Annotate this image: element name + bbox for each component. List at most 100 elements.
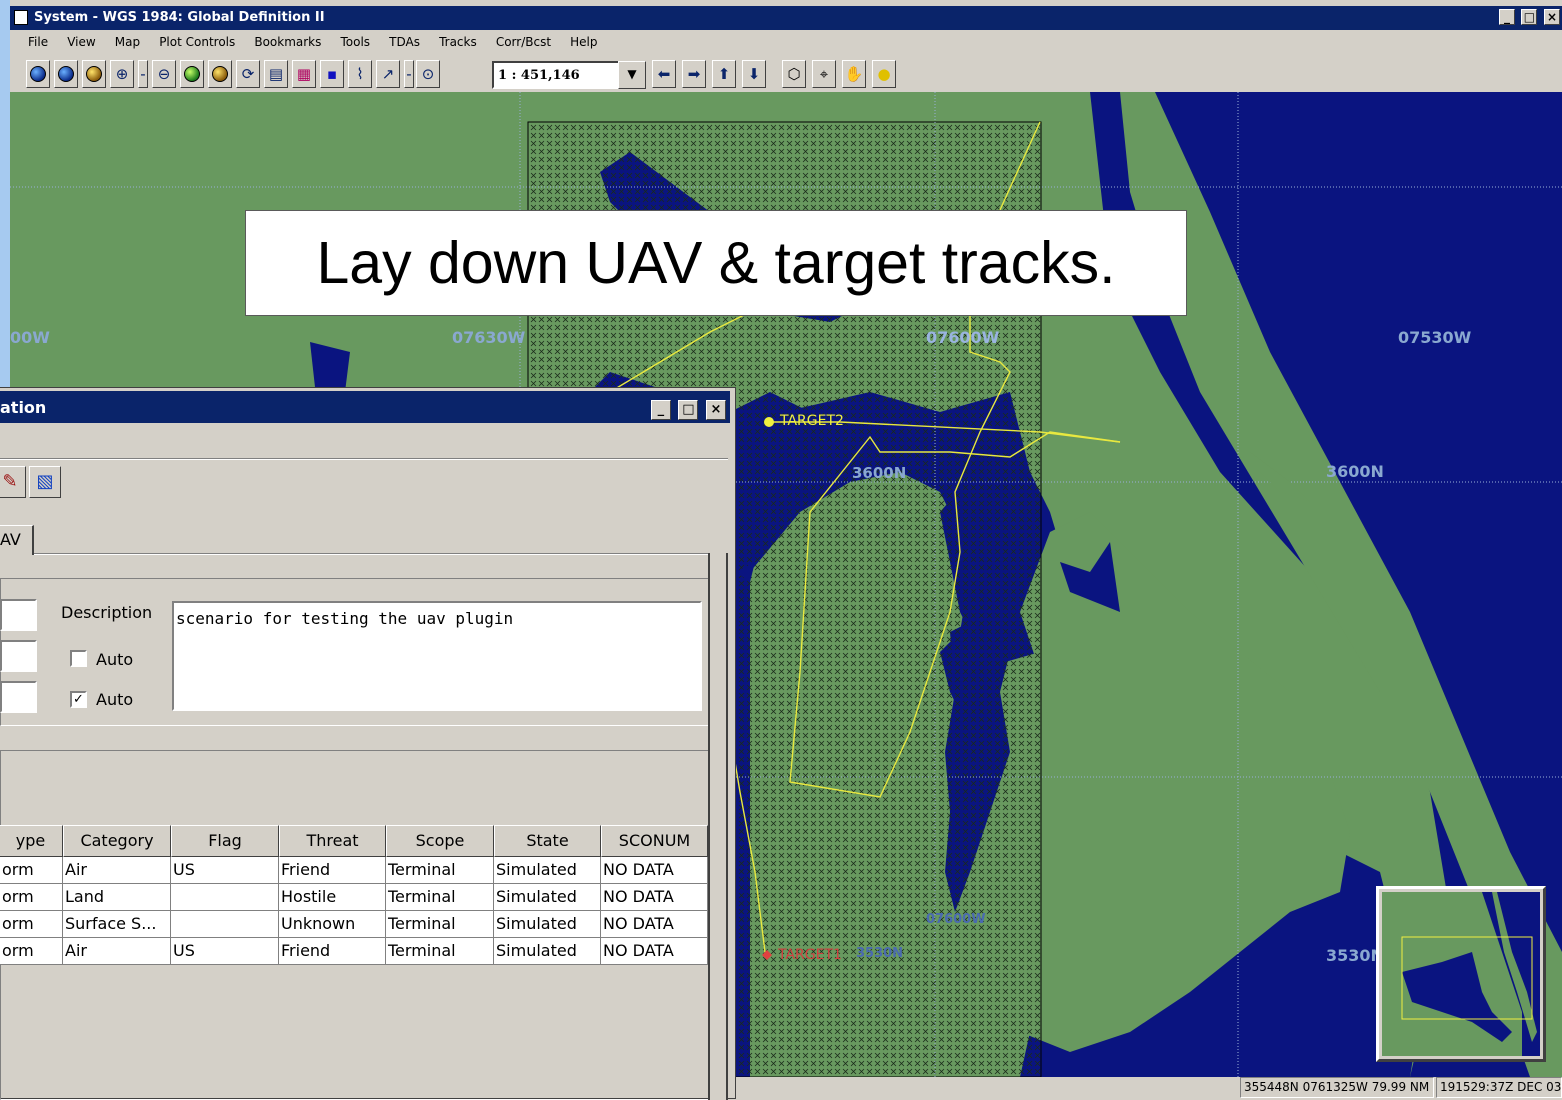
menu-map[interactable]: Map [115, 35, 140, 49]
table-cell[interactable]: Land [63, 884, 171, 911]
table-cell[interactable] [171, 911, 279, 938]
table-cell[interactable]: Terminal [386, 911, 494, 938]
minimize-button[interactable]: _ [1498, 9, 1515, 25]
table-cell[interactable]: orm [0, 938, 63, 965]
auto-checkbox-1[interactable] [70, 650, 87, 667]
target1-label[interactable]: TARGET1 [778, 947, 842, 963]
column-header-type[interactable]: ype [0, 825, 63, 857]
chevron-down-icon[interactable]: ▼ [618, 61, 646, 89]
overview-map[interactable] [1376, 886, 1546, 1062]
start-time-field[interactable] [0, 640, 37, 672]
table-cell[interactable]: Air [63, 938, 171, 965]
target2-label[interactable]: TARGET2 [780, 413, 844, 429]
print-icon[interactable]: ▤ [264, 60, 288, 88]
book-icon[interactable]: ▧ [29, 466, 61, 498]
maximize-button[interactable]: □ [1521, 9, 1538, 25]
lon-label-faint: 07600W [926, 912, 986, 927]
name-field[interactable] [0, 599, 37, 631]
separator-icon: - [138, 60, 148, 88]
close-button[interactable]: × [1544, 9, 1560, 25]
menu-help[interactable]: Help [570, 35, 597, 49]
column-header-state[interactable]: State [494, 825, 601, 857]
table-cell[interactable]: Terminal [386, 938, 494, 965]
dialog-minimize-button[interactable]: _ [650, 400, 671, 420]
table-cell[interactable]: orm [0, 911, 63, 938]
menu-tdas[interactable]: TDAs [389, 35, 420, 49]
pan-up-icon[interactable]: ⬆ [712, 60, 736, 88]
dialog-scrollbar[interactable] [708, 553, 728, 1100]
table-cell[interactable]: US [171, 857, 279, 884]
menu-tracks[interactable]: Tracks [439, 35, 477, 49]
globe-icon[interactable] [208, 60, 232, 88]
zoom-out-icon[interactable]: ⊖ [152, 60, 176, 88]
grid-icon[interactable]: ▦ [292, 60, 316, 88]
dialog-title: ation [0, 398, 47, 417]
center-icon[interactable]: ⌖ [812, 60, 836, 88]
scale-combobox[interactable]: 1 : 451,146 ▼ [492, 61, 646, 89]
globe-icon[interactable] [26, 60, 50, 88]
lon-label-07530w: 07530W [1398, 328, 1472, 347]
table-cell[interactable]: orm [0, 857, 63, 884]
select-icon[interactable]: ⬡ [782, 60, 806, 88]
dialog-title-bar[interactable]: ation _ □ × [0, 391, 730, 423]
pan-right-icon[interactable]: ➡ [682, 60, 706, 88]
bearing-icon[interactable]: ⌇ [348, 60, 372, 88]
menu-plot-controls[interactable]: Plot Controls [159, 35, 235, 49]
table-cell[interactable]: Unknown [279, 911, 386, 938]
dialog-maximize-button[interactable]: □ [678, 400, 699, 420]
column-header-threat[interactable]: Threat [279, 825, 386, 857]
table-cell[interactable] [171, 884, 279, 911]
table-cell[interactable]: orm [0, 884, 63, 911]
table-cell[interactable]: Simulated [494, 938, 601, 965]
end-time-field[interactable] [0, 681, 37, 713]
line-icon[interactable]: ↗ [376, 60, 400, 88]
pan-down-icon[interactable]: ⬇ [742, 60, 766, 88]
column-header-scope[interactable]: Scope [386, 825, 494, 857]
lon-label-07600w: 07600W [926, 328, 1000, 347]
zoom-in-icon[interactable]: ⊕ [110, 60, 134, 88]
table-cell[interactable]: NO DATA [601, 938, 708, 965]
table-cell[interactable]: Simulated [494, 857, 601, 884]
table-cell[interactable]: Hostile [279, 884, 386, 911]
auto-checkbox-2[interactable]: ✓ [70, 691, 87, 708]
caption-overlay: Lay down UAV & target tracks. [245, 210, 1187, 316]
column-header-sconum[interactable]: SCONUM [601, 825, 708, 857]
flag-icon[interactable]: ▪ [320, 60, 344, 88]
menu-view[interactable]: View [67, 35, 95, 49]
scenario-dialog: ation _ □ × ✎ ▧ AV Description scenario … [0, 387, 736, 1100]
menu-bookmarks[interactable]: Bookmarks [254, 35, 321, 49]
lon-label-07630w: 07630W [452, 328, 526, 347]
table-cell[interactable]: NO DATA [601, 857, 708, 884]
table-cell[interactable]: US [171, 938, 279, 965]
tab-uav[interactable]: AV [0, 525, 34, 555]
dialog-close-button[interactable]: × [706, 400, 726, 420]
table-cell[interactable]: Simulated [494, 911, 601, 938]
column-header-category[interactable]: Category [63, 825, 171, 857]
hand-icon[interactable]: ✋ [842, 60, 866, 88]
table-cell[interactable]: Surface S... [63, 911, 171, 938]
table-cell[interactable]: Friend [279, 938, 386, 965]
description-textarea[interactable]: scenario for testing the uav plugin [172, 601, 702, 711]
menu-tools[interactable]: Tools [340, 35, 370, 49]
auto-label-2: Auto [96, 690, 134, 709]
table-cell[interactable]: NO DATA [601, 884, 708, 911]
menu-file[interactable]: File [28, 35, 48, 49]
globe-icon[interactable] [54, 60, 78, 88]
description-label: Description [61, 603, 153, 622]
refresh-icon[interactable]: ⟳ [236, 60, 260, 88]
pan-left-icon[interactable]: ⬅ [652, 60, 676, 88]
globe-icon[interactable] [82, 60, 106, 88]
table-cell[interactable]: Terminal [386, 884, 494, 911]
edit-icon[interactable]: ✎ [0, 466, 26, 498]
globe-icon[interactable] [180, 60, 204, 88]
table-cell[interactable]: Friend [279, 857, 386, 884]
table-cell[interactable]: Terminal [386, 857, 494, 884]
table-cell[interactable]: NO DATA [601, 911, 708, 938]
column-header-flag[interactable]: Flag [171, 825, 279, 857]
table-cell[interactable]: Simulated [494, 884, 601, 911]
main-title-bar[interactable]: System - WGS 1984: Global Definition II … [10, 6, 1562, 30]
table-cell[interactable]: Air [63, 857, 171, 884]
circle-icon[interactable]: ⊙ [416, 60, 440, 88]
menu-corr-bcst[interactable]: Corr/Bcst [496, 35, 551, 49]
sun-icon[interactable]: ● [872, 60, 896, 88]
